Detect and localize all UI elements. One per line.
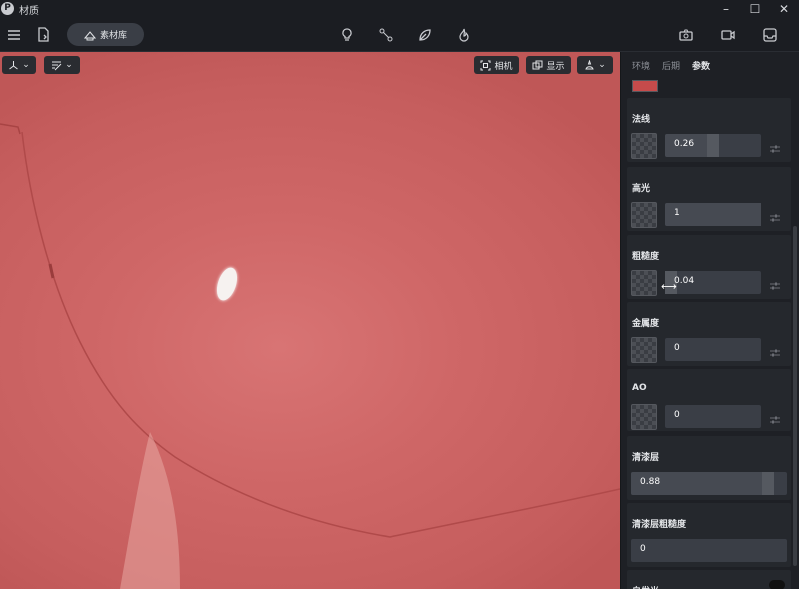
slider-knob[interactable] xyxy=(707,134,719,157)
display-label: 显示 xyxy=(546,61,565,72)
param-value-slider[interactable]: 0.88 xyxy=(631,472,787,495)
adjust-sliders-icon[interactable] xyxy=(769,209,781,222)
display-layers-icon xyxy=(532,60,543,69)
texture-slot[interactable] xyxy=(631,133,657,159)
param-label: 清漆层粗糙度 xyxy=(632,520,687,530)
render-viewport[interactable]: ⌄ ⌄ 相机 显示 ⌄ xyxy=(0,52,620,589)
window-title: 材质 xyxy=(19,6,39,17)
scene-icon xyxy=(585,59,594,69)
light-bulb-icon[interactable] xyxy=(336,24,358,46)
param-value: 1 xyxy=(674,208,680,218)
adjust-sliders-icon[interactable] xyxy=(769,140,781,153)
param-label: 粗糙度 xyxy=(632,252,660,262)
param-value: 0.88 xyxy=(640,477,661,487)
main-toolbar: 素材库 xyxy=(0,18,799,52)
screenshot-camera-icon[interactable] xyxy=(675,24,697,46)
param-section: 金属度 0 xyxy=(627,302,791,366)
title-bar: P 材质 – ☐ ✕ xyxy=(0,0,799,18)
param-value-slider[interactable]: 0.26 xyxy=(665,134,761,157)
param-value-slider[interactable]: 1 xyxy=(665,203,761,226)
param-value-slider[interactable]: 0 xyxy=(665,338,761,361)
param-label: 高光 xyxy=(632,184,651,194)
param-value-slider[interactable]: 0 xyxy=(631,539,787,562)
param-section: 清漆层粗糙度 0 xyxy=(627,503,791,567)
texture-slot[interactable] xyxy=(631,270,657,296)
param-section: 清漆层 0.88 xyxy=(627,436,791,500)
axis-gizmo-icon xyxy=(9,60,19,69)
param-label: 金属度 xyxy=(632,319,660,329)
adjust-sliders-icon[interactable] xyxy=(769,411,781,424)
texture-slot[interactable] xyxy=(631,202,657,228)
resize-cursor-icon: ⟷ xyxy=(661,280,677,293)
camera-button[interactable]: 相机 xyxy=(474,56,519,74)
panel-tabs: 环境 后期 参数 xyxy=(621,52,799,78)
shading-mode-dropdown[interactable]: ⌄ xyxy=(44,56,80,74)
model-outline xyxy=(0,123,620,589)
chevron-down-icon: ⌄ xyxy=(65,60,73,70)
chevron-down-icon: ⌄ xyxy=(598,60,606,70)
camera-label: 相机 xyxy=(494,61,513,72)
node-path-icon[interactable] xyxy=(375,24,397,46)
app-logo-icon: P xyxy=(1,2,14,15)
base-color-swatch[interactable] xyxy=(632,80,658,92)
library-icon xyxy=(83,30,96,40)
emissive-toggle[interactable] xyxy=(769,580,785,589)
tab-environment[interactable]: 环境 xyxy=(632,59,650,72)
minimize-button[interactable]: – xyxy=(712,0,740,18)
adjust-sliders-icon[interactable] xyxy=(769,277,781,290)
export-tray-icon[interactable] xyxy=(759,24,781,46)
param-value: 0 xyxy=(640,544,646,554)
close-button[interactable]: ✕ xyxy=(770,0,798,18)
import-file-icon[interactable] xyxy=(32,24,54,46)
param-label: 清漆层 xyxy=(632,453,660,463)
menu-icon[interactable] xyxy=(3,24,25,46)
param-label: 自发光 xyxy=(632,584,659,589)
view-mode-dropdown[interactable]: ⌄ xyxy=(2,56,36,74)
param-value-slider[interactable]: 0.04 xyxy=(665,271,761,294)
chevron-down-icon: ⌄ xyxy=(22,60,30,70)
leaf-icon[interactable] xyxy=(414,24,436,46)
param-value: 0.26 xyxy=(674,139,695,149)
tab-post-processing[interactable]: 后期 xyxy=(662,59,680,72)
environment-dropdown[interactable]: ⌄ xyxy=(577,56,613,74)
texture-slot[interactable] xyxy=(631,404,657,430)
library-button[interactable]: 素材库 xyxy=(67,23,144,46)
param-value: 0.04 xyxy=(674,276,695,286)
panel-scrollbar[interactable] xyxy=(793,226,797,566)
param-label: AO xyxy=(632,383,647,393)
video-icon[interactable] xyxy=(717,24,739,46)
flame-icon[interactable] xyxy=(453,24,475,46)
camera-frame-icon xyxy=(480,60,491,70)
param-value: 0 xyxy=(674,410,680,420)
slider-knob[interactable] xyxy=(762,472,774,495)
maximize-button[interactable]: ☐ xyxy=(741,0,769,18)
param-section: 自发光 xyxy=(627,570,791,589)
param-label: 法线 xyxy=(632,115,651,125)
texture-slot[interactable] xyxy=(631,337,657,363)
library-label: 素材库 xyxy=(99,31,127,41)
param-section: 高光 1 xyxy=(627,167,791,231)
param-value-slider[interactable]: 0 xyxy=(665,405,761,428)
parameter-panel: 环境 后期 参数 法线 0.26 高光 1 粗糙度 0.04 金属度 0 AO 0 清漆层 0.88 清… xyxy=(620,52,799,589)
param-section: 法线 0.26 xyxy=(627,98,791,162)
tab-parameters[interactable]: 参数 xyxy=(692,59,710,72)
adjust-sliders-icon[interactable] xyxy=(769,344,781,357)
param-section: AO 0 xyxy=(627,369,791,431)
shading-icon xyxy=(52,61,62,70)
display-button[interactable]: 显示 xyxy=(526,56,571,74)
param-value: 0 xyxy=(674,343,680,353)
param-section: 粗糙度 0.04 xyxy=(627,235,791,299)
